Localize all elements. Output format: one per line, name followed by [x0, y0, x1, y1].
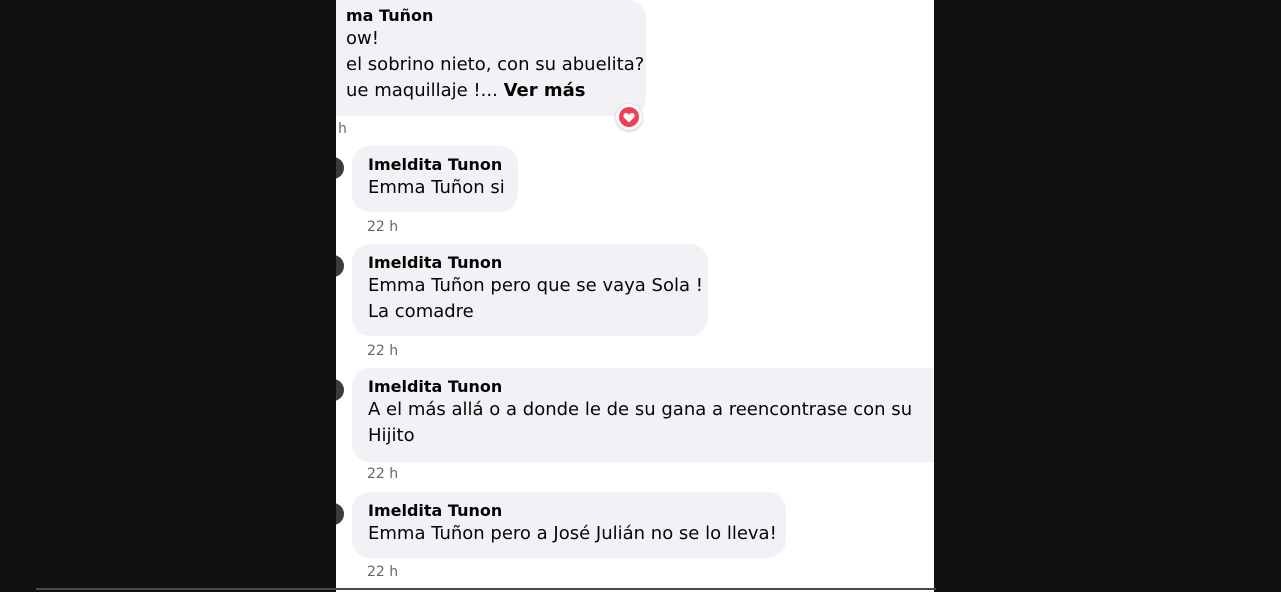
comment-bubble: ma Tuñon ow! el sobrino nieto, con su ab… [336, 0, 646, 116]
comment-author[interactable]: ma Tuñon [336, 6, 632, 26]
comment-author[interactable]: Imeldita Tunon [368, 377, 934, 397]
avatar[interactable] [336, 255, 344, 277]
comment-text-line: La comadre [368, 301, 474, 322]
avatar[interactable] [336, 503, 344, 525]
comment-text-line: Emma Tuñon si [368, 177, 505, 198]
comment-bubble: Imeldita Tunon Emma Tuñon pero a José Ju… [352, 492, 786, 558]
comment-author[interactable]: Imeldita Tunon [368, 253, 694, 273]
avatar[interactable] [336, 157, 344, 179]
comment-text-line: Hijito [368, 425, 415, 446]
comment-time[interactable]: h [338, 121, 347, 137]
comment-time[interactable]: 22 h [367, 564, 398, 580]
comment-author[interactable]: Imeldita Tunon [368, 501, 772, 521]
comment-text: ue maquillaje !... [346, 80, 498, 101]
reaction-badge[interactable] [616, 104, 642, 130]
divider [36, 588, 936, 590]
avatar[interactable] [336, 379, 344, 401]
see-more-link[interactable]: Ver más [504, 80, 586, 101]
comment-bubble: Imeldita Tunon Emma Tuñon pero que se va… [352, 244, 708, 336]
comment-text-line: A el más allá o a donde le de su gana a … [368, 399, 913, 420]
comment-text-line: Emma Tuñon pero que se vaya Sola ! [368, 275, 703, 296]
comments-panel: ma Tuñon ow! el sobrino nieto, con su ab… [336, 0, 934, 592]
comment-text-line: Emma Tuñon pero a José Julián no se lo l… [368, 523, 777, 544]
comment-time[interactable]: 22 h [367, 219, 398, 235]
comment-time[interactable]: 22 h [367, 466, 398, 482]
comment-time[interactable]: 22 h [367, 343, 398, 359]
comment-text-line: ow! [346, 28, 379, 49]
comment-author[interactable]: Imeldita Tunon [368, 155, 504, 175]
heart-reaction-icon [619, 107, 639, 127]
comment-bubble: Imeldita Tunon A el más allá o a donde l… [352, 368, 934, 462]
comment-bubble: Imeldita Tunon Emma Tuñon si [352, 146, 518, 212]
comment-text-line: el sobrino nieto, con su abuelita? [346, 54, 645, 75]
comment-text-line: ue maquillaje !... Ver más [336, 78, 632, 104]
